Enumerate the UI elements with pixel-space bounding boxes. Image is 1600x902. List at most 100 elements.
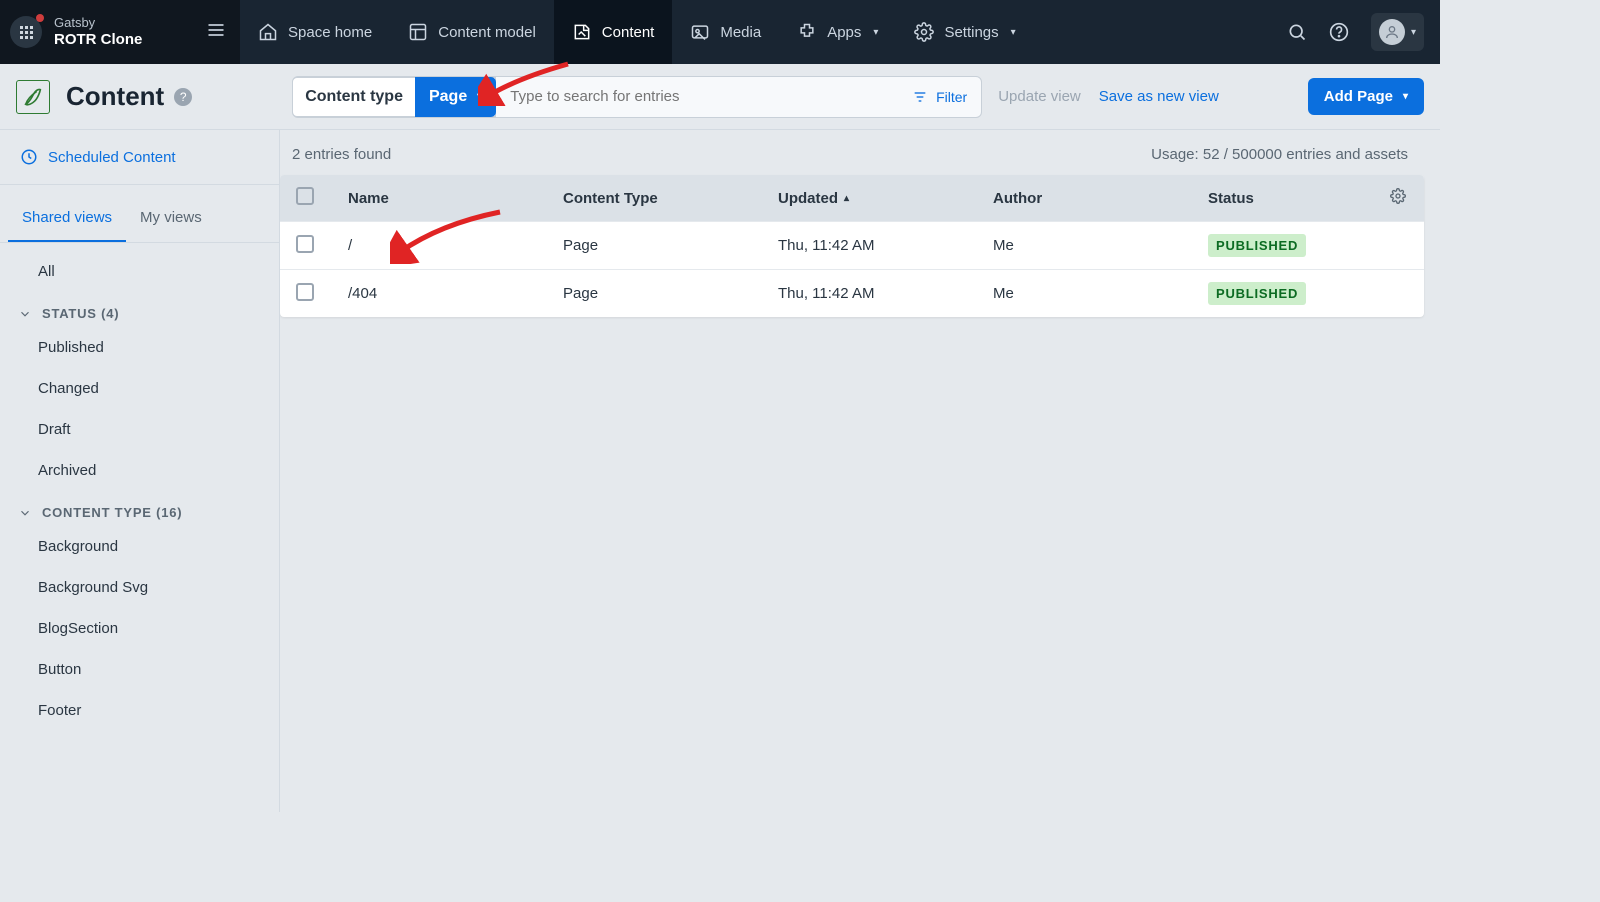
group-label: STATUS (4) <box>42 306 119 321</box>
row-trailing <box>1378 234 1418 258</box>
sidebar-item-ct[interactable]: Button <box>0 649 279 690</box>
sidebar-group-status[interactable]: STATUS (4) <box>0 292 279 327</box>
space-name-line1: Gatsby <box>54 15 142 31</box>
scheduled-label: Scheduled Content <box>48 149 176 166</box>
row-ct: Page <box>553 225 768 266</box>
sidebar: Scheduled Content Shared views My views … <box>0 130 280 812</box>
content-type-value-text: Page <box>429 88 467 106</box>
help-icon[interactable] <box>1329 22 1349 42</box>
row-select[interactable] <box>286 271 338 317</box>
content-page-icon <box>16 80 50 114</box>
sort-asc-icon: ▴ <box>844 193 849 204</box>
content-type-pill[interactable]: Content type Page ▾ <box>292 77 496 117</box>
space-name-line2: ROTR Clone <box>54 31 142 49</box>
chevron-down-icon: ▾ <box>1403 91 1408 102</box>
view-actions: Update view Save as new view <box>998 88 1219 105</box>
sidebar-item-changed[interactable]: Changed <box>0 368 279 409</box>
content-type-pill-value[interactable]: Page ▾ <box>415 77 496 117</box>
nav-apps[interactable]: Apps ▾ <box>779 0 896 64</box>
search-input[interactable] <box>496 77 898 117</box>
topbar-right: ▾ <box>1287 13 1440 51</box>
sidebar-item-ct[interactable]: Background Svg <box>0 567 279 608</box>
sidebar-list: All STATUS (4) Published Changed Draft A… <box>0 243 279 739</box>
sidebar-item-ct[interactable]: BlogSection <box>0 608 279 649</box>
col-author[interactable]: Author <box>983 178 1198 219</box>
row-status: PUBLISHED <box>1198 270 1378 317</box>
select-all-cell[interactable] <box>286 175 338 221</box>
scheduled-content-link[interactable]: Scheduled Content <box>0 130 279 185</box>
tab-my-views[interactable]: My views <box>126 195 216 242</box>
filter-button[interactable]: Filter <box>898 89 981 105</box>
sidebar-group-content-type[interactable]: CONTENT TYPE (16) <box>0 491 279 526</box>
space-switcher[interactable]: Gatsby ROTR Clone <box>0 0 240 64</box>
row-author: Me <box>983 225 1198 266</box>
nav-content-model[interactable]: Content model <box>390 0 554 64</box>
page-title: Content <box>66 81 164 112</box>
sidebar-item-all[interactable]: All <box>0 251 279 292</box>
usage-text: Usage: 52 / 500000 entries and assets <box>1151 146 1408 163</box>
apps-grid-icon <box>10 16 42 48</box>
add-page-button[interactable]: Add Page ▾ <box>1308 78 1424 115</box>
nav-space-home[interactable]: Space home <box>240 0 390 64</box>
content-type-pill-label: Content type <box>293 88 415 106</box>
nav-media[interactable]: Media <box>672 0 779 64</box>
chevron-down-icon: ▾ <box>1011 27 1016 38</box>
col-updated-label: Updated <box>778 190 838 207</box>
nav-content[interactable]: Content <box>554 0 673 64</box>
sidebar-item-ct[interactable]: Background <box>0 526 279 567</box>
hamburger-icon[interactable] <box>206 20 226 45</box>
sidebar-item-ct[interactable]: Footer <box>0 690 279 731</box>
table-header: Name Content Type Updated ▴ Author Statu… <box>280 175 1424 221</box>
checkbox-icon[interactable] <box>296 283 314 301</box>
status-badge: PUBLISHED <box>1208 282 1306 305</box>
sidebar-item-archived[interactable]: Archived <box>0 450 279 491</box>
row-author: Me <box>983 273 1198 314</box>
nav-label: Content model <box>438 24 536 41</box>
search-icon[interactable] <box>1287 22 1307 42</box>
entries-table: Name Content Type Updated ▴ Author Statu… <box>280 175 1424 317</box>
group-label: CONTENT TYPE (16) <box>42 505 182 520</box>
row-status: PUBLISHED <box>1198 222 1378 269</box>
top-navigation: Gatsby ROTR Clone Space home Content mod… <box>0 0 1440 64</box>
space-labels: Gatsby ROTR Clone <box>54 15 142 49</box>
checkbox-icon[interactable] <box>296 187 314 205</box>
avatar-icon <box>1379 19 1405 45</box>
content-toolbar: Content ? Content type Page ▾ Filter Upd… <box>0 64 1440 130</box>
row-updated: Thu, 11:42 AM <box>768 273 983 314</box>
view-tabs: Shared views My views <box>0 195 279 243</box>
gear-icon <box>1390 188 1406 204</box>
chevron-down-icon: ▾ <box>873 27 878 38</box>
col-content-type[interactable]: Content Type <box>553 178 768 219</box>
col-status[interactable]: Status <box>1198 178 1378 219</box>
sidebar-item-published[interactable]: Published <box>0 327 279 368</box>
nav-label: Settings <box>944 24 998 41</box>
sidebar-item-draft[interactable]: Draft <box>0 409 279 450</box>
main-panel: 2 entries found Usage: 52 / 500000 entri… <box>280 130 1440 812</box>
user-menu[interactable]: ▾ <box>1371 13 1424 51</box>
row-name: /404 <box>338 273 553 314</box>
row-updated: Thu, 11:42 AM <box>768 225 983 266</box>
search-box: Content type Page ▾ Filter <box>292 76 982 118</box>
nav-label: Space home <box>288 24 372 41</box>
row-ct: Page <box>553 273 768 314</box>
chevron-down-icon: ▾ <box>477 91 482 102</box>
chevron-down-icon: ▾ <box>1411 27 1416 38</box>
col-updated[interactable]: Updated ▴ <box>768 178 983 219</box>
meta-row: 2 entries found Usage: 52 / 500000 entri… <box>280 130 1424 175</box>
help-tooltip-icon[interactable]: ? <box>174 88 192 106</box>
col-name[interactable]: Name <box>338 178 553 219</box>
checkbox-icon[interactable] <box>296 235 314 253</box>
tab-shared-views[interactable]: Shared views <box>8 195 126 242</box>
table-row[interactable]: / Page Thu, 11:42 AM Me PUBLISHED <box>280 221 1424 269</box>
entries-count: 2 entries found <box>292 146 391 163</box>
nav-settings[interactable]: Settings ▾ <box>896 0 1033 64</box>
save-as-new-view[interactable]: Save as new view <box>1099 88 1219 105</box>
col-settings[interactable] <box>1378 176 1418 220</box>
row-select[interactable] <box>286 223 338 269</box>
status-badge: PUBLISHED <box>1208 234 1306 257</box>
table-row[interactable]: /404 Page Thu, 11:42 AM Me PUBLISHED <box>280 269 1424 317</box>
nav-label: Content <box>602 24 655 41</box>
nav-label: Media <box>720 24 761 41</box>
update-view: Update view <box>998 88 1081 105</box>
nav-label: Apps <box>827 24 861 41</box>
